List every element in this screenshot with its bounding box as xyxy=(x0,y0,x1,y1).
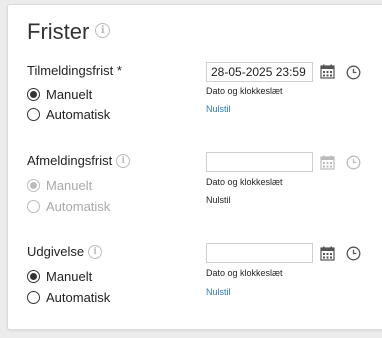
tilmeldingsfrist-date-input[interactable] xyxy=(206,62,313,82)
calendar-icon[interactable] xyxy=(320,64,335,79)
page-title-text: Frister xyxy=(27,19,90,44)
udgivelse-manuelt-radio[interactable]: Manuelt xyxy=(27,269,92,284)
radio-unchecked-icon[interactable] xyxy=(27,200,40,213)
afmeldingsfrist-hint: Dato og klokkeslæt xyxy=(206,177,283,187)
radio-label: Automatisk xyxy=(46,199,111,214)
radio-unchecked-icon[interactable] xyxy=(27,291,40,304)
page-title: Frister i xyxy=(27,19,111,45)
info-icon[interactable]: i xyxy=(88,244,103,259)
calendar-icon[interactable] xyxy=(320,155,335,170)
tilmeldingsfrist-nulstil-link[interactable]: Nulstil xyxy=(206,104,231,114)
info-icon[interactable]: i xyxy=(116,153,131,168)
afmeldingsfrist-nulstil-link[interactable]: Nulstil xyxy=(206,195,231,205)
radio-checked-icon[interactable] xyxy=(27,88,40,101)
afmeldingsfrist-manuelt-radio[interactable]: Manuelt xyxy=(27,178,92,193)
udgivelse-date-input[interactable] xyxy=(206,243,313,263)
calendar-icon[interactable] xyxy=(320,246,335,261)
clock-icon[interactable] xyxy=(346,246,361,261)
afmeldingsfrist-date-input[interactable] xyxy=(206,152,313,172)
udgivelse-nulstil-link[interactable]: Nulstil xyxy=(206,287,231,297)
tilmeldingsfrist-manuelt-radio[interactable]: Manuelt xyxy=(27,87,92,102)
afmeldingsfrist-label-text: Afmeldingsfrist xyxy=(27,153,113,168)
info-icon[interactable]: i xyxy=(95,22,111,38)
radio-label: Manuelt xyxy=(46,269,93,284)
afmeldingsfrist-label: Afmeldingsfrist i xyxy=(27,153,131,169)
radio-checked-icon[interactable] xyxy=(27,179,40,192)
frister-panel: Frister i Tilmeldingsfrist * Manuelt Auto… xyxy=(7,4,382,330)
afmeldingsfrist-automatisk-radio[interactable]: Automatisk xyxy=(27,199,110,214)
radio-label: Manuelt xyxy=(46,87,93,102)
tilmeldingsfrist-hint: Dato og klokkeslæt xyxy=(206,86,283,96)
tilmeldingsfrist-label: Tilmeldingsfrist * xyxy=(27,63,122,78)
radio-label: Automatisk xyxy=(46,290,111,305)
clock-icon[interactable] xyxy=(346,155,361,170)
radio-label: Automatisk xyxy=(46,107,111,122)
radio-checked-icon[interactable] xyxy=(27,270,40,283)
radio-label: Manuelt xyxy=(46,178,93,193)
udgivelse-automatisk-radio[interactable]: Automatisk xyxy=(27,290,110,305)
radio-unchecked-icon[interactable] xyxy=(27,108,40,121)
udgivelse-label-text: Udgivelse xyxy=(27,244,85,259)
udgivelse-hint: Dato og klokkeslæt xyxy=(206,268,283,278)
clock-icon[interactable] xyxy=(346,65,361,80)
udgivelse-label: Udgivelse i xyxy=(27,244,103,260)
tilmeldingsfrist-automatisk-radio[interactable]: Automatisk xyxy=(27,107,110,122)
